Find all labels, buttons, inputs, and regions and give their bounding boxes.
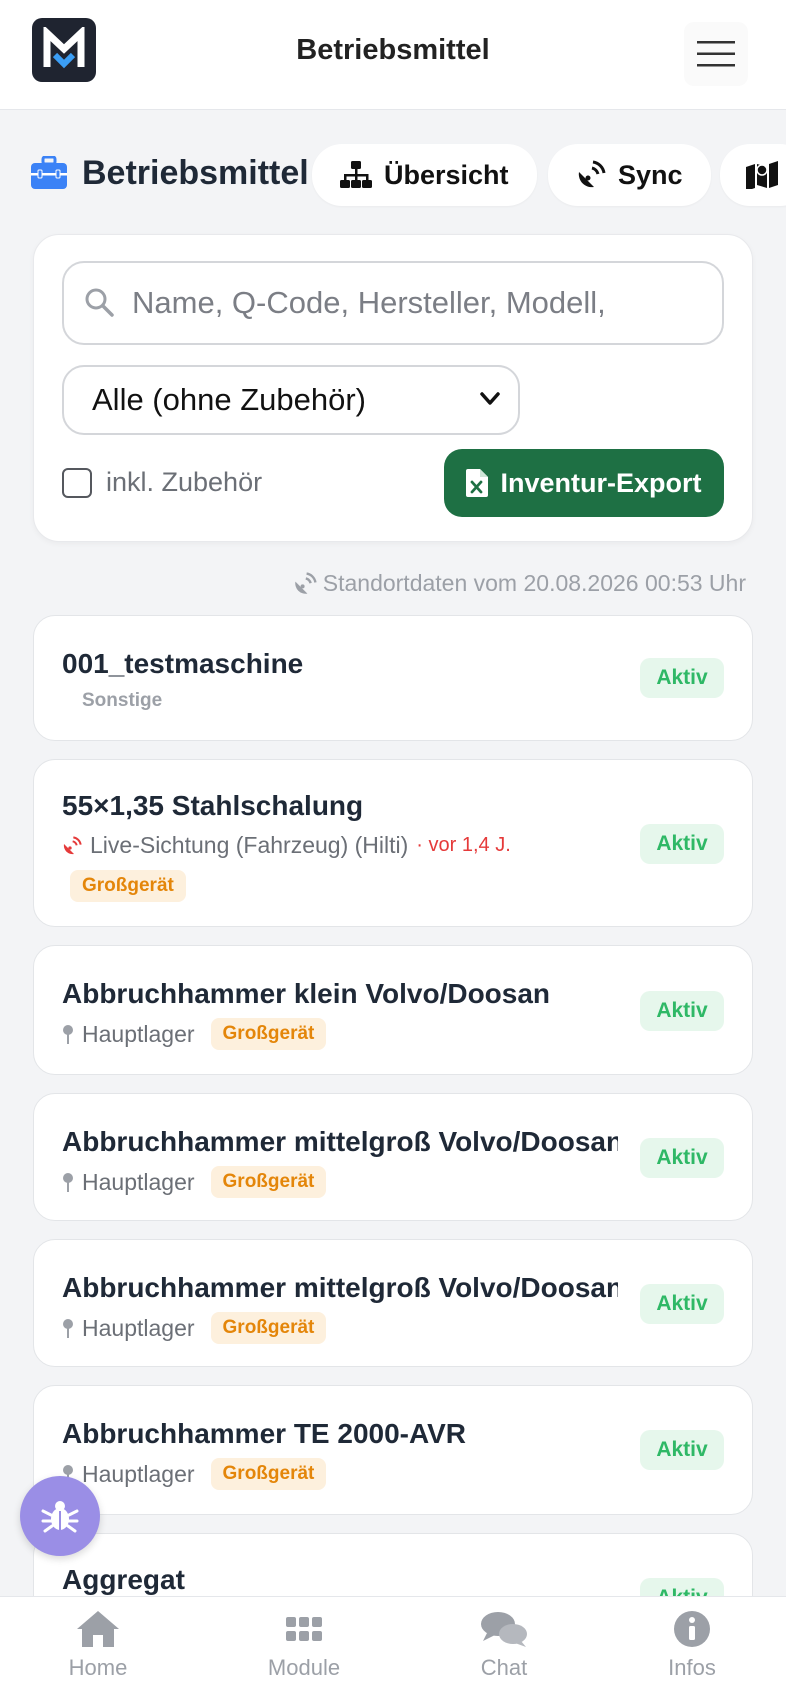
- status-badge: Aktiv: [640, 824, 724, 864]
- bug-icon: [41, 1501, 79, 1533]
- chat-icon: [481, 1612, 527, 1647]
- status-badge: Aktiv: [640, 658, 724, 698]
- satellite-dish-icon: [63, 835, 82, 854]
- home-icon: [77, 1611, 119, 1647]
- tab-sync[interactable]: Sync: [548, 144, 711, 206]
- list-item[interactable]: 001_testmaschine Sonstige Aktiv: [33, 615, 753, 741]
- item-live-sighting: Live-Sichtung (Fahrzeug) (Hilti) · vor 1…: [62, 832, 511, 859]
- hamburger-menu-button[interactable]: [684, 22, 748, 86]
- item-meta: Hauptlager Großgerät: [62, 1312, 327, 1344]
- map-icon: [746, 161, 778, 189]
- include-accessories-label[interactable]: inkl. Zubehör: [106, 467, 262, 498]
- grid-icon: [286, 1617, 322, 1641]
- item-name: Abbruchhammer klein Volvo/Doosan: [62, 978, 551, 1009]
- chevron-down-icon: [480, 392, 500, 405]
- category-select-value: Alle (ohne Zubehör): [92, 382, 366, 417]
- item-name: Aggregat: [62, 1564, 185, 1595]
- hamburger-icon: [697, 41, 735, 67]
- include-accessories-checkbox[interactable]: [62, 467, 92, 498]
- app-header: Betriebsmittel: [0, 0, 786, 110]
- item-meta: Sonstige: [62, 690, 162, 712]
- nav-module-label: Module: [267, 1655, 341, 1680]
- status-badge: Aktiv: [640, 1284, 724, 1324]
- item-name: 55×1,35 Stahlschalung: [62, 790, 364, 821]
- nav-infos[interactable]: Infos: [622, 1609, 762, 1681]
- category-select[interactable]: Alle (ohne Zubehör): [62, 365, 520, 435]
- grossgeraet-badge: Großgerät: [210, 1018, 327, 1050]
- list-item[interactable]: Abbruchhammer mittelgroß Volvo/Doosan Ha…: [33, 1239, 753, 1367]
- tab-map[interactable]: [720, 144, 786, 206]
- nav-home[interactable]: Home: [28, 1609, 168, 1681]
- nav-home-label: Home: [68, 1655, 128, 1680]
- tab-sync-label: Sync: [618, 159, 683, 190]
- satellite-dish-icon: [295, 571, 317, 594]
- map-pin-icon: [63, 1319, 73, 1338]
- nav-chat-label: Chat: [480, 1655, 528, 1680]
- item-name: Abbruchhammer mittelgroß Volvo/Doosan: [62, 1126, 618, 1157]
- page-title: Betriebsmittel: [82, 154, 309, 192]
- item-location: Hauptlager: [82, 1314, 195, 1341]
- item-name: 001_testmaschine: [62, 648, 304, 679]
- category-badge: Sonstige: [82, 690, 163, 711]
- item-meta: Hauptlager Großgerät: [62, 1166, 327, 1198]
- map-pin-icon: [63, 1025, 73, 1044]
- inventory-export-button[interactable]: Inventur-Export: [444, 449, 724, 517]
- satellite-dish-icon: [578, 160, 606, 188]
- list-item[interactable]: Abbruchhammer TE 2000-AVR Hauptlager Gro…: [33, 1385, 753, 1515]
- include-accessories-row: inkl. Zubehör: [62, 467, 262, 498]
- status-badge: Aktiv: [640, 1430, 724, 1470]
- excel-file-icon: [466, 469, 489, 497]
- list-item[interactable]: Abbruchhammer mittelgroß Volvo/Doosan Ha…: [33, 1093, 753, 1221]
- sitemap-icon: [340, 161, 372, 188]
- item-meta: Hauptlager Großgerät: [62, 1458, 327, 1490]
- tab-uebersicht-label: Übersicht: [384, 159, 509, 190]
- toolbox-icon: [31, 156, 67, 189]
- header-title: Betriebsmittel: [296, 34, 490, 66]
- status-badge: Aktiv: [640, 1138, 724, 1178]
- item-location: Hauptlager: [82, 1460, 195, 1487]
- nav-chat[interactable]: Chat: [434, 1609, 574, 1681]
- search-icon: [85, 288, 114, 317]
- inventory-export-label: Inventur-Export: [500, 467, 702, 498]
- map-pin-icon: [63, 1173, 73, 1192]
- nav-infos-label: Infos: [668, 1655, 716, 1680]
- grossgeraet-badge: Großgerät: [210, 1312, 327, 1344]
- live-sighting-text: Live-Sichtung (Fahrzeug) (Hilti): [90, 832, 409, 858]
- item-location: Hauptlager: [82, 1020, 195, 1047]
- location-data-text: Standortdaten vom 20.08.2026 00:53 Uhr: [322, 570, 746, 596]
- live-sighting-ago: · vor 1,4 J.: [416, 834, 511, 856]
- page-title-row: Betriebsmittel Übersicht Sync: [0, 140, 786, 212]
- list-item[interactable]: 55×1,35 Stahlschalung Live-Sichtung (Fah…: [33, 759, 753, 927]
- item-name: Abbruchhammer TE 2000-AVR: [62, 1418, 467, 1449]
- grossgeraet-badge: Großgerät: [210, 1166, 327, 1198]
- search-box: [62, 261, 724, 345]
- status-badge: Aktiv: [640, 991, 724, 1031]
- nav-module[interactable]: Module: [234, 1609, 374, 1681]
- item-meta: Hauptlager Großgerät: [62, 1018, 327, 1050]
- info-icon: [674, 1611, 710, 1647]
- grossgeraet-badge: Großgerät: [210, 1458, 327, 1490]
- bug-report-button[interactable]: [20, 1476, 100, 1556]
- item-location: Hauptlager: [82, 1168, 195, 1195]
- item-tags: Großgerät: [62, 870, 186, 902]
- filter-card: Alle (ohne Zubehör) inkl. Zubehör Invent…: [33, 234, 753, 542]
- item-name: Abbruchhammer mittelgroß Volvo/Doosan: [62, 1272, 618, 1303]
- list-item[interactable]: Abbruchhammer klein Volvo/Doosan Hauptla…: [33, 945, 753, 1075]
- tab-uebersicht[interactable]: Übersicht: [312, 144, 537, 206]
- search-input[interactable]: [132, 265, 712, 341]
- location-data-info: Standortdaten vom 20.08.2026 00:53 Uhr: [293, 570, 746, 597]
- grossgeraet-badge: Großgerät: [70, 870, 186, 902]
- bottom-navigation: Home Module Chat Infos: [0, 1596, 786, 1704]
